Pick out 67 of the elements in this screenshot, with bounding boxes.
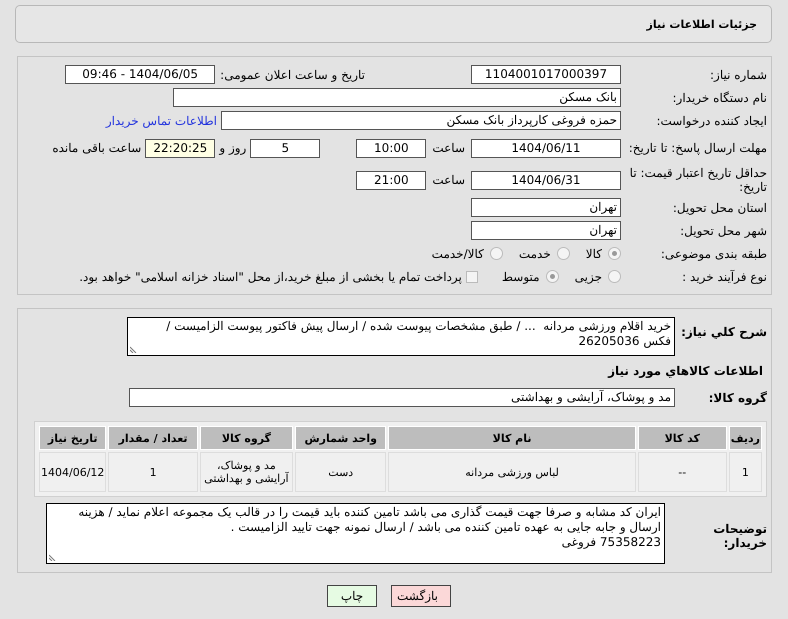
field-label: شرح کلي نیاز: (680, 324, 767, 339)
back-button[interactable]: بازگشت (391, 585, 451, 607)
table-cell: -- (638, 452, 727, 492)
text-field[interactable]: 1404/06/05 - 09:46 (65, 65, 216, 84)
column-header: گروه کالا (200, 426, 294, 450)
text-field[interactable]: 21:00 (356, 170, 426, 190)
text-field[interactable]: 1404/06/11 (471, 138, 621, 158)
table-cell: مد و پوشاک، آرایشی و بهداشتی (200, 452, 294, 492)
field-label: استان محل تحویل: (672, 200, 767, 214)
field-label: شماره نیاز: (709, 68, 767, 82)
description-text: خرید اقلام ورزشی مردانه ... / طبق مشخصات پیوست شده / ارسال پیش فاکتور پیوست الزامیست / فکس 26205036 (165, 319, 671, 348)
column-header: ردیف (728, 426, 762, 450)
text-field[interactable]: تهران (471, 221, 621, 240)
field-label: ایجاد کننده درخواست: (655, 114, 767, 128)
column-header: تعداد / مقدار (108, 426, 198, 450)
radio-button[interactable] (608, 270, 621, 283)
text-field[interactable]: تهران (471, 198, 621, 217)
notes-text: ایران کد مشابه و صرفا جهت قیمت گذاری می باشد تامین کننده باید قیمت را در قالب یک مجموعه اعلام نماید / هزینه ارسال و جابه جایی به عهده تامین کننده می باشد / ارسال نمونه جهت تایید الزامیست . 75358223 فروغی (77, 505, 661, 549)
field-label: نام دستگاه خریدار: (672, 90, 767, 104)
radio-label: کالا (586, 246, 602, 260)
notes-box[interactable] (46, 503, 665, 564)
radio-button[interactable] (546, 270, 559, 283)
radio-label: خدمت (518, 246, 551, 260)
field-label: روز و (219, 141, 246, 155)
field-label: ساعت (432, 141, 465, 155)
field-label: حداقل تاریخ اعتبار قیمت: تا تاریخ: (628, 166, 767, 194)
description-box[interactable]: خرید اقلام ورزشی مردانه ... / طبق مشخصات پیوست شده / ارسال پیش فاکتور پیوست الزامیست / فکس 26205036 (127, 317, 675, 356)
contact-link[interactable]: اطلاعات تماس خریدار (106, 114, 217, 128)
text-field[interactable]: 5 (250, 138, 320, 158)
radio-button[interactable] (490, 247, 503, 260)
field-label: گروه کالا: (708, 390, 767, 404)
radio-label: کالا/خدمت (432, 246, 484, 260)
table-cell: 1404/06/12 (39, 452, 106, 492)
column-header: کد کالا (638, 426, 727, 450)
checkbox[interactable] (466, 270, 478, 282)
radio-label: جزیی (574, 270, 602, 284)
checkbox-label: پرداخت تمام یا بخشی از مبلغ خرید،از محل "اسناد خزانه اسلامی" خواهد بود. (79, 270, 462, 284)
field-label: نوع فرآیند خرید : (681, 270, 767, 284)
text-field[interactable]: 1104001017000397 (471, 65, 621, 84)
column-header: تاریخ نیاز (39, 426, 106, 450)
print-button[interactable]: چاپ (327, 585, 377, 607)
table-cell: 1 (108, 452, 198, 492)
field-label: ساعت (432, 173, 465, 187)
text-field[interactable]: 10:00 (356, 138, 426, 158)
countdown-field[interactable]: 22:20:25 (145, 138, 216, 158)
field-label: مهلت ارسال پاسخ: تا تاریخ: (628, 141, 767, 155)
field-label: ساعت باقی مانده (52, 141, 142, 155)
text-field[interactable]: حمزه فروغی کارپرداز بانک مسکن (221, 111, 621, 130)
resize-grip-icon[interactable] (130, 346, 137, 353)
field-label: شهر محل تحویل: (679, 224, 767, 238)
field-label: طبقه بندی موضوعی: (660, 246, 767, 260)
text-field[interactable]: 1404/06/31 (471, 170, 621, 190)
text-field[interactable]: مد و پوشاک، آرایشی و بهداشتی (129, 388, 675, 407)
resize-grip-icon[interactable] (49, 554, 56, 561)
section-heading: اطلاعات کالاهاي مورد نیاز (606, 364, 763, 378)
table-cell: دست (295, 452, 386, 492)
text-field[interactable]: بانک مسکن (173, 88, 621, 107)
field-label: توضیحات خریدار: (712, 520, 767, 550)
table-cell: 1 (728, 452, 762, 492)
column-header: نام کالا (388, 426, 636, 450)
column-header: واحد شمارش (295, 426, 386, 450)
table-cell: لباس ورزشی مردانه (388, 452, 636, 492)
radio-label: متوسط (502, 270, 540, 284)
radio-button[interactable] (608, 247, 621, 260)
radio-button[interactable] (556, 247, 570, 260)
field-label: تاریخ و ساعت اعلان عمومی: (220, 68, 365, 82)
page-title: جزئیات اطلاعات نیاز (646, 18, 757, 30)
